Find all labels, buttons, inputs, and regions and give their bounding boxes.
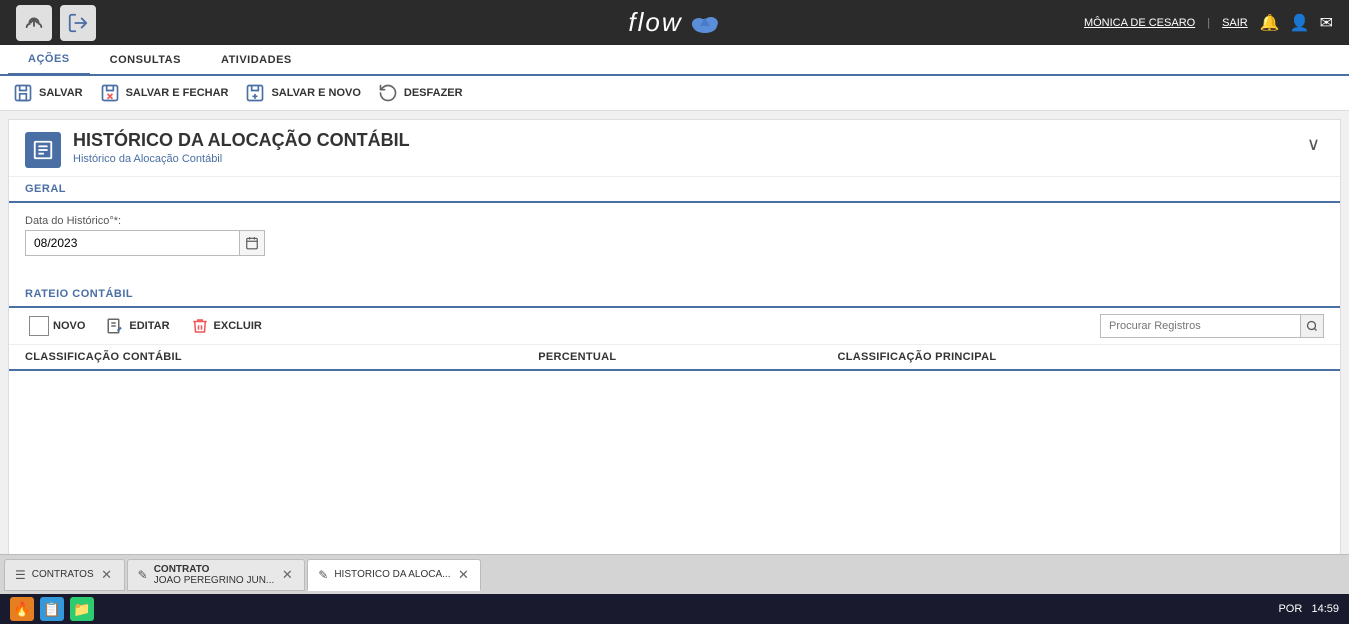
data-historico-input-wrapper <box>25 230 265 256</box>
taskbar-lang: POR <box>1278 603 1302 615</box>
mail-icon[interactable]: ✉ <box>1320 13 1333 33</box>
os-taskbar-left: 🔥 📋 📁 <box>10 597 94 621</box>
editar-icon <box>105 316 125 336</box>
logo-text: flow <box>628 7 682 38</box>
taskbar-time: 14:59 <box>1311 603 1339 615</box>
contrato-tab-icon: ✎ <box>138 568 148 582</box>
geral-form-area: Data do Histórico°*: <box>9 203 1340 278</box>
bottom-tab-bar: ☰ CONTRATOS ✕ ✎ CONTRATO JOÃO PEREGRINO … <box>0 554 1349 594</box>
user-avatar-icon[interactable]: 👤 <box>1290 13 1310 33</box>
header-icons: 🔔 👤 ✉ <box>1260 13 1333 33</box>
contratos-tab-label: CONTRATOS <box>32 569 94 580</box>
page-type-icon <box>25 132 61 168</box>
main-content-area: HISTÓRICO DA ALOCAÇÃO CONTÁBIL Histórico… <box>8 119 1341 583</box>
data-historico-field: Data do Histórico°*: <box>25 215 1324 256</box>
bottom-tab-contrato[interactable]: ✎ CONTRATO JOÃO PEREGRINO JÚN... ✕ <box>127 559 306 591</box>
header-left <box>16 5 96 41</box>
date-picker-button[interactable] <box>239 230 265 256</box>
historico-tab-label: HISTÓRICO DA ALOCA... <box>334 569 450 580</box>
save-new-label: SALVAR E NOVO <box>271 87 360 99</box>
app-logo: flow <box>628 7 720 38</box>
page-header-left: HISTÓRICO DA ALOCAÇÃO CONTÁBIL Histórico… <box>25 130 410 168</box>
save-button[interactable]: SALVAR <box>12 82 83 104</box>
page-title-block: HISTÓRICO DA ALOCAÇÃO CONTÁBIL Histórico… <box>73 130 410 165</box>
contrato-tab-label: CONTRATO <box>154 564 275 575</box>
taskbar-app-2[interactable]: 📋 <box>40 597 64 621</box>
contratos-tab-close[interactable]: ✕ <box>100 568 114 582</box>
rateio-table: CLASSIFICAÇÃO CONTÁBIL PERCENTUAL CLASSI… <box>9 345 1340 371</box>
tab-acoes[interactable]: AÇÕES <box>8 45 90 76</box>
page-title: HISTÓRICO DA ALOCAÇÃO CONTÁBIL <box>73 130 410 151</box>
col-classificacao-principal: CLASSIFICAÇÃO PRINCIPAL <box>821 345 1340 370</box>
os-taskbar-right: POR 14:59 <box>1278 603 1339 615</box>
historico-tab-close[interactable]: ✕ <box>456 568 470 582</box>
historico-tab-icon: ✎ <box>318 568 328 582</box>
user-name-link[interactable]: MÔNICA DE CESARO <box>1084 17 1195 29</box>
header-right: MÔNICA DE CESARO | SAIR 🔔 👤 ✉ <box>1084 13 1333 33</box>
geral-label: GERAL <box>25 183 66 195</box>
save-close-label: SALVAR E FECHAR <box>126 87 229 99</box>
search-button[interactable] <box>1300 314 1324 338</box>
contrato-tab-sublabel: JOÃO PEREGRINO JÚN... <box>154 575 275 586</box>
exit-icon[interactable] <box>60 5 96 41</box>
editar-button[interactable]: EDITAR <box>101 314 173 338</box>
novo-label: NOVO <box>53 320 85 332</box>
bottom-tab-contratos[interactable]: ☰ CONTRATOS ✕ <box>4 559 125 591</box>
save-close-button[interactable]: SALVAR E FECHAR <box>99 82 229 104</box>
geral-section-header: GERAL <box>9 177 1340 203</box>
undo-button[interactable]: DESFAZER <box>377 82 463 104</box>
novo-checkbox-icon <box>29 316 49 336</box>
data-historico-label: Data do Histórico°*: <box>25 215 1324 227</box>
tab-atividades[interactable]: ATIVIDADES <box>201 45 312 74</box>
page-header: HISTÓRICO DA ALOCAÇÃO CONTÁBIL Histórico… <box>9 120 1340 177</box>
app-header: flow MÔNICA DE CESARO | SAIR 🔔 👤 ✉ <box>0 0 1349 45</box>
rateio-toolbar: NOVO EDITAR <box>9 308 1340 345</box>
page-subtitle: Histórico da Alocação Contábil <box>73 153 410 165</box>
col-classificacao-contabil: CLASSIFICAÇÃO CONTÁBIL <box>9 345 522 370</box>
save-label: SALVAR <box>39 87 83 99</box>
rateio-section: RATEIO CONTÁBIL NOVO EDITAR <box>9 282 1340 371</box>
bottom-tab-historico[interactable]: ✎ HISTÓRICO DA ALOCA... ✕ <box>307 559 481 591</box>
editar-label: EDITAR <box>129 320 169 332</box>
search-area <box>1100 314 1324 338</box>
os-taskbar: 🔥 📋 📁 POR 14:59 <box>0 594 1349 624</box>
excluir-icon <box>190 316 210 336</box>
save-new-button[interactable]: SALVAR E NOVO <box>244 82 360 104</box>
search-input[interactable] <box>1100 314 1300 338</box>
taskbar-app-1[interactable]: 🔥 <box>10 597 34 621</box>
col-percentual: PERCENTUAL <box>522 345 821 370</box>
cloud-upload-icon[interactable] <box>16 5 52 41</box>
bell-icon[interactable]: 🔔 <box>1260 13 1280 33</box>
save-new-icon <box>244 82 266 104</box>
rateio-section-header: RATEIO CONTÁBIL <box>9 282 1340 308</box>
contratos-tab-icon: ☰ <box>15 568 26 582</box>
tab-consultas[interactable]: CONSULTAS <box>90 45 201 74</box>
taskbar-app-3[interactable]: 📁 <box>70 597 94 621</box>
contrato-tab-close[interactable]: ✕ <box>280 568 294 582</box>
navigation-tabs: AÇÕES CONSULTAS ATIVIDADES <box>0 45 1349 76</box>
main-toolbar: SALVAR SALVAR E FECHAR SALVAR E NOVO <box>0 76 1349 111</box>
rateio-label: RATEIO CONTÁBIL <box>25 288 133 300</box>
save-close-icon <box>99 82 121 104</box>
collapse-button[interactable]: ∨ <box>1303 130 1324 159</box>
undo-icon <box>377 82 399 104</box>
excluir-button[interactable]: EXCLUIR <box>186 314 266 338</box>
undo-label: DESFAZER <box>404 87 463 99</box>
save-icon <box>12 82 34 104</box>
data-historico-input[interactable] <box>25 230 239 256</box>
excluir-label: EXCLUIR <box>214 320 262 332</box>
novo-button[interactable]: NOVO <box>25 314 89 338</box>
separator: | <box>1207 17 1210 29</box>
sair-link[interactable]: SAIR <box>1222 17 1248 29</box>
